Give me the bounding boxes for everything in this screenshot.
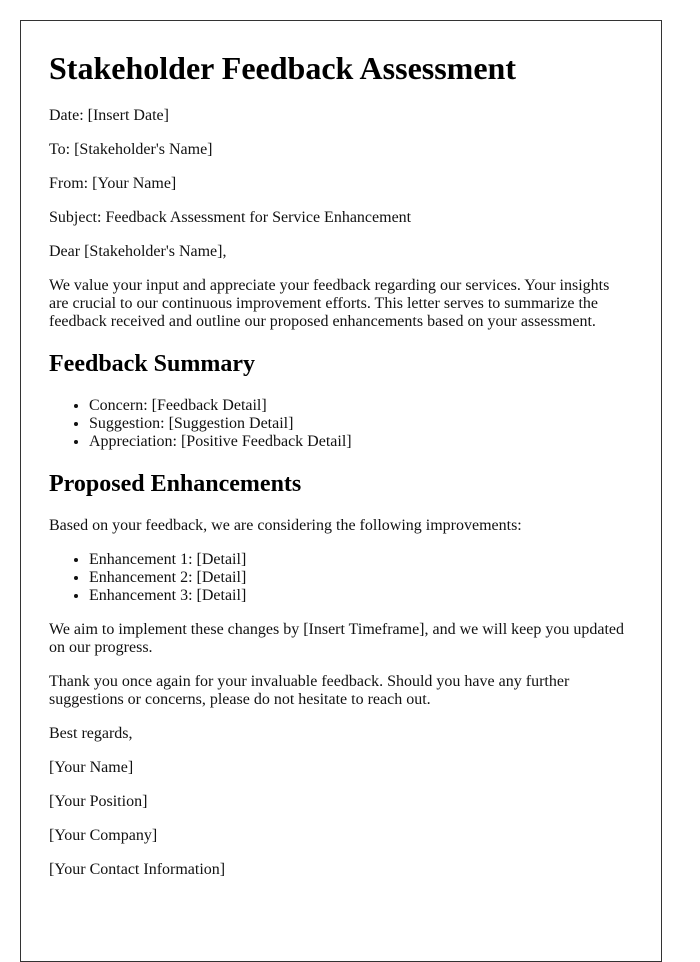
from-line: From: [Your Name]	[49, 175, 177, 192]
list-item: Enhancement 2: [Detail]	[89, 569, 631, 587]
page-title: Stakeholder Feedback Assessment	[49, 50, 516, 86]
timeline-paragraph: We aim to implement these changes by [In…	[49, 621, 624, 656]
proposed-enhancements-heading: Proposed Enhancements	[49, 471, 302, 497]
salutation: Dear [Stakeholder's Name],	[49, 243, 227, 260]
subject-line: Subject: Feedback Assessment for Service…	[49, 209, 412, 226]
to-line: To: [Stakeholder's Name]	[49, 141, 213, 158]
letter-container: Stakeholder Feedback Assessment Date: [I…	[20, 20, 662, 962]
signature-position: [Your Position]	[49, 793, 148, 810]
list-item: Enhancement 1: [Detail]	[89, 551, 631, 569]
feedback-summary-list: Concern: [Feedback Detail] Suggestion: […	[49, 397, 631, 451]
list-item: Suggestion: [Suggestion Detail]	[89, 415, 631, 433]
intro-paragraph: We value your input and appreciate your …	[49, 277, 610, 330]
list-item: Concern: [Feedback Detail]	[89, 397, 631, 415]
signature-company: [Your Company]	[49, 827, 158, 844]
list-item: Appreciation: [Positive Feedback Detail]	[89, 433, 631, 451]
thanks-paragraph: Thank you once again for your invaluable…	[49, 673, 570, 708]
enhancements-intro: Based on your feedback, we are consideri…	[49, 517, 522, 534]
date-line: Date: [Insert Date]	[49, 107, 169, 124]
signature-name: [Your Name]	[49, 759, 134, 776]
feedback-summary-heading: Feedback Summary	[49, 351, 255, 377]
enhancements-list: Enhancement 1: [Detail] Enhancement 2: […	[49, 551, 631, 605]
closing: Best regards,	[49, 725, 133, 742]
list-item: Enhancement 3: [Detail]	[89, 587, 631, 605]
signature-contact: [Your Contact Information]	[49, 861, 226, 878]
